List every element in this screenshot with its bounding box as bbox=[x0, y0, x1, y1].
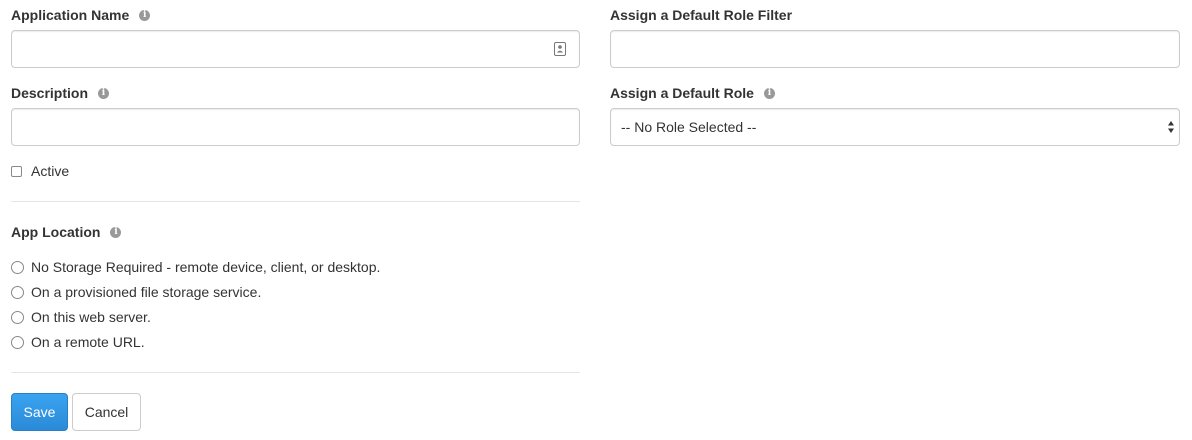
divider bbox=[11, 201, 580, 202]
active-checkbox-row[interactable]: Active bbox=[11, 161, 69, 181]
default-role-filter-label: Assign a Default Role Filter bbox=[610, 7, 793, 23]
default-role-info-icon[interactable]: i bbox=[763, 87, 775, 99]
description-info-icon[interactable]: i bbox=[98, 87, 110, 99]
active-label: Active bbox=[31, 163, 70, 179]
default-role-label: Assign a Default Role bbox=[610, 85, 754, 101]
app-location-label: App Location bbox=[11, 224, 101, 240]
default-role-filter-input[interactable] bbox=[610, 30, 1180, 68]
app-location-label-row: App Location i bbox=[11, 222, 122, 242]
app-location-option-label: On a remote URL. bbox=[31, 334, 145, 350]
application-name-label: Application Name bbox=[11, 7, 130, 23]
default-role-selected-value: -- No Role Selected -- bbox=[621, 119, 757, 135]
select-arrows-icon bbox=[1168, 121, 1174, 133]
app-location-option-file-storage[interactable]: On a provisioned file storage service. bbox=[11, 282, 261, 302]
default-role-label-row: Assign a Default Role i bbox=[610, 83, 775, 103]
app-location-info-icon[interactable]: i bbox=[110, 226, 122, 238]
description-input[interactable] bbox=[11, 108, 580, 146]
app-location-option-web-server[interactable]: On this web server. bbox=[11, 307, 151, 327]
app-location-option-remote-url[interactable]: On a remote URL. bbox=[11, 332, 145, 352]
application-name-input[interactable] bbox=[11, 30, 580, 68]
application-name-label-row: Application Name i bbox=[11, 5, 151, 25]
app-location-option-no-storage[interactable]: No Storage Required - remote device, cli… bbox=[11, 257, 380, 277]
cancel-button[interactable]: Cancel bbox=[72, 393, 141, 431]
default-role-select[interactable]: -- No Role Selected -- bbox=[610, 108, 1180, 146]
application-name-info-icon[interactable]: i bbox=[139, 9, 151, 21]
app-location-option-label: On a provisioned file storage service. bbox=[31, 284, 262, 300]
radio-button[interactable] bbox=[11, 260, 24, 274]
contact-card-icon bbox=[554, 42, 566, 56]
default-role-filter-label-row: Assign a Default Role Filter bbox=[610, 5, 792, 25]
save-button[interactable]: Save bbox=[11, 393, 68, 431]
app-location-option-label: On this web server. bbox=[31, 309, 151, 325]
app-form: Application Name i Description i Active … bbox=[0, 0, 1192, 440]
description-label-row: Description i bbox=[11, 83, 110, 103]
radio-button[interactable] bbox=[11, 285, 24, 299]
radio-button[interactable] bbox=[11, 310, 24, 324]
divider bbox=[11, 372, 580, 373]
active-checkbox[interactable] bbox=[11, 165, 22, 177]
app-location-option-label: No Storage Required - remote device, cli… bbox=[31, 259, 381, 275]
description-label: Description bbox=[11, 85, 89, 101]
radio-button[interactable] bbox=[11, 335, 24, 349]
